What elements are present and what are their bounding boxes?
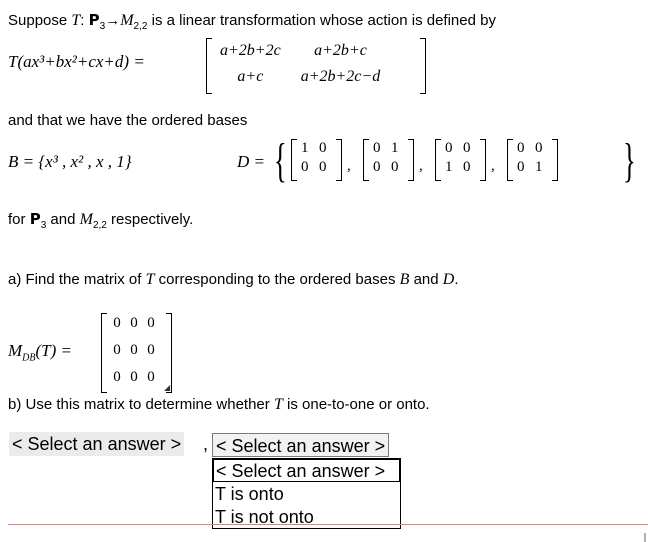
answer-cell-1-1[interactable]: [110, 315, 124, 331]
answer-cell-2-3[interactable]: [144, 342, 158, 358]
transformation-lhs: T(ax³+bx²+cx+d) =: [8, 52, 145, 71]
part-a-and: and: [409, 271, 443, 288]
answer-label: MDB(T) =: [8, 341, 72, 363]
part-a-prefix: a) Find the matrix of: [8, 271, 146, 288]
onto-option-is-onto[interactable]: T is onto: [213, 483, 400, 506]
bracket-right: [336, 139, 342, 181]
basis-d-label: D =: [237, 152, 265, 171]
part-a-end: .: [454, 271, 459, 288]
matrix-cell: 1: [301, 140, 309, 156]
matrix-cell: a+2b+2c: [220, 42, 281, 59]
matrix-cell: 0: [517, 159, 525, 175]
matrix-cell: 1: [535, 159, 543, 175]
intro-space: P: [88, 11, 100, 29]
answer-cell-1-3[interactable]: [144, 315, 158, 331]
intro-t: T: [71, 12, 81, 29]
matrix-cell: 0: [463, 140, 471, 156]
comma: ,: [347, 158, 351, 174]
one-to-one-select[interactable]: < Select an answer >: [9, 432, 185, 456]
answer-label-m: M: [8, 341, 23, 360]
bracket-right: [552, 139, 558, 181]
bracket-left: [435, 139, 441, 181]
for-space: P: [29, 210, 41, 228]
basis-d-close-brace: }: [623, 134, 636, 187]
for-target: M: [79, 211, 93, 228]
answer-cell-3-2[interactable]: [127, 369, 141, 385]
for-and: and: [46, 211, 80, 228]
matrix-cell: a+2b+c: [314, 42, 367, 59]
basis-b: B = {x³ , x² , x , 1}: [8, 152, 132, 171]
select-separator: ,: [203, 434, 209, 454]
matrix-right-bracket: [420, 38, 426, 94]
matrix-cell: 0: [463, 159, 471, 175]
intro-prefix: Suppose: [8, 12, 72, 29]
onto-select-dropdown: < Select an answer > T is onto T is not …: [212, 458, 401, 529]
part-b-t: T: [273, 396, 283, 413]
intro-target-sub: 2,2: [133, 21, 148, 32]
answer-cell-2-1[interactable]: [110, 342, 124, 358]
for-suffix: respectively.: [106, 211, 194, 228]
matrix-cell: a+2b+2c−d: [300, 68, 381, 85]
part-b-question: b) Use this matrix to determine whether …: [8, 396, 430, 414]
part-b-suffix: is one-to-one or onto.: [282, 396, 430, 413]
divider-line: [8, 524, 648, 525]
scroll-edge: [644, 533, 646, 542]
intro-target: M: [120, 12, 134, 29]
intro-suffix: is a linear transformation whose action …: [147, 12, 496, 29]
basis-d-open-brace: {: [274, 134, 287, 187]
for-prefix: for: [8, 211, 30, 228]
onto-option-is-not-onto[interactable]: T is not onto: [213, 506, 400, 529]
bracket-right: [480, 139, 486, 181]
bases-text: and that we have the ordered bases: [8, 112, 248, 129]
part-b-prefix: b) Use this matrix to determine whether: [8, 396, 274, 413]
answer-cell-1-2[interactable]: [127, 315, 141, 331]
resize-handle-icon[interactable]: ◢: [164, 383, 173, 392]
matrix-cell: 1: [445, 159, 453, 175]
matrix-cell: 0: [319, 140, 327, 156]
for-target-sub: 2,2: [92, 220, 107, 231]
bracket-right: [408, 139, 414, 181]
transformation-matrix: a+2b+2c a+2b+c a+c a+2b+2c−d: [210, 38, 390, 90]
matrix-cell: 0: [301, 159, 309, 175]
intro-arrow: →: [105, 12, 121, 29]
matrix-cell: 0: [391, 159, 399, 175]
part-a-d: D: [442, 271, 455, 288]
answer-label-sub: DB: [22, 352, 36, 364]
comma: ,: [419, 158, 423, 174]
matrix-cell: 0: [319, 159, 327, 175]
part-a-b: B: [399, 271, 410, 288]
bracket-left: [291, 139, 297, 181]
onto-option-placeholder[interactable]: < Select an answer >: [213, 459, 400, 482]
part-a-mid: corresponding to the ordered bases: [154, 271, 400, 288]
bracket-left: [363, 139, 369, 181]
matrix-cell: a+c: [237, 68, 264, 85]
matrix-cell: 0: [445, 140, 453, 156]
answer-matrix: [102, 313, 172, 393]
matrix-cell: 0: [535, 140, 543, 156]
comma: ,: [491, 158, 495, 174]
intro-line: Suppose T: P3→M2,2 is a linear transform…: [8, 11, 496, 32]
matrix-cell: 0: [373, 140, 381, 156]
part-a-question: a) Find the matrix of T corresponding to…: [8, 271, 459, 289]
bracket-left: [507, 139, 513, 181]
answer-cell-3-1[interactable]: [110, 369, 124, 385]
answer-label-rest: (T) =: [35, 341, 73, 360]
matrix-cell: 0: [373, 159, 381, 175]
matrix-cell: 0: [517, 140, 525, 156]
answer-cell-2-2[interactable]: [127, 342, 141, 358]
matrix-cell: 1: [391, 140, 399, 156]
for-line: for P3 and M2,2 respectively.: [8, 210, 193, 231]
onto-select[interactable]: < Select an answer >: [212, 433, 390, 457]
answer-cell-3-3[interactable]: [144, 369, 158, 385]
intro-colon: :: [80, 12, 89, 29]
